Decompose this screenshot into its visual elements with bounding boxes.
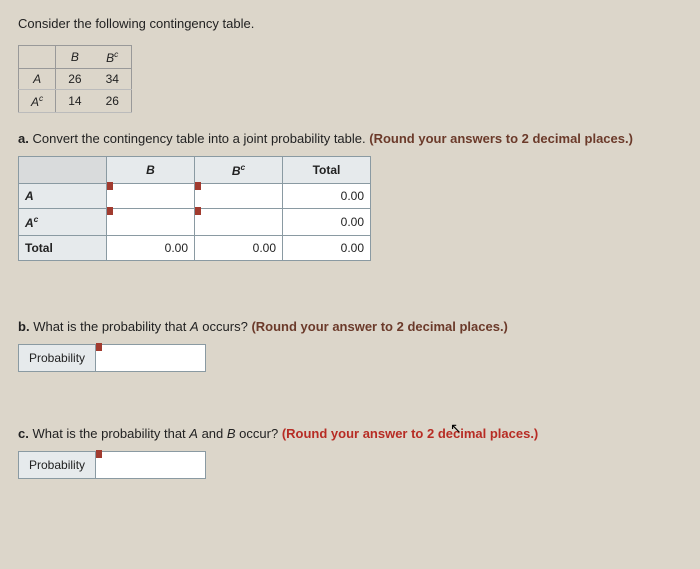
- part-c-round: (Round your answer to 2 decimal places.): [282, 426, 538, 441]
- joint-a-bc-input[interactable]: [195, 184, 283, 209]
- joint-grand-total: 0.00: [283, 236, 371, 261]
- joint-total-bc: 0.00: [195, 236, 283, 261]
- joint-a-total: 0.00: [283, 184, 371, 209]
- col-header-bc: Bc: [94, 46, 132, 69]
- row-header-ac: Ac: [19, 90, 56, 113]
- cell-a-b: 26: [56, 69, 94, 90]
- joint-corner: [19, 157, 107, 184]
- joint-col-b: B: [107, 157, 195, 184]
- part-a-text: Convert the contingency table into a joi…: [32, 131, 365, 146]
- joint-total-b: 0.00: [107, 236, 195, 261]
- joint-col-bc: Bc: [195, 157, 283, 184]
- question-a: a. Convert the contingency table into a …: [18, 131, 682, 146]
- joint-ac-total: 0.00: [283, 209, 371, 236]
- probability-label-c: Probability: [18, 451, 96, 479]
- row-header-a: A: [19, 69, 56, 90]
- joint-row-total: Total: [19, 236, 107, 261]
- col-header-b: B: [56, 46, 94, 69]
- joint-row-a: A: [19, 184, 107, 209]
- part-c-text-prefix: What is the probability that A and B occ…: [32, 426, 278, 441]
- part-b-label: b.: [18, 319, 30, 334]
- part-c-label: c.: [18, 426, 29, 441]
- part-b-text-prefix: What is the probability that A occurs?: [33, 319, 248, 334]
- part-a-label: a.: [18, 131, 29, 146]
- intro-text: Consider the following contingency table…: [18, 16, 682, 31]
- cell-ac-b: 14: [56, 90, 94, 113]
- part-a-round: (Round your answers to 2 decimal places.…: [369, 131, 633, 146]
- cell-ac-bc: 26: [94, 90, 132, 113]
- probability-input-b[interactable]: [96, 344, 206, 372]
- joint-ac-bc-input[interactable]: [195, 209, 283, 236]
- contingency-table: B Bc A 26 34 Ac 14 26: [18, 45, 132, 113]
- cell-a-bc: 34: [94, 69, 132, 90]
- probability-label-b: Probability: [18, 344, 96, 372]
- question-c: c. What is the probability that A and B …: [18, 426, 682, 441]
- joint-a-b-input[interactable]: [107, 184, 195, 209]
- joint-col-total: Total: [283, 157, 371, 184]
- probability-input-c[interactable]: [96, 451, 206, 479]
- joint-row-ac: Ac: [19, 209, 107, 236]
- part-b-round: (Round your answer to 2 decimal places.): [251, 319, 507, 334]
- joint-probability-table: B Bc Total A 0.00 Ac 0.00 Total 0.00 0.0…: [18, 156, 371, 261]
- joint-ac-b-input[interactable]: [107, 209, 195, 236]
- cursor-icon: ↖: [450, 420, 462, 437]
- question-b: b. What is the probability that A occurs…: [18, 319, 682, 334]
